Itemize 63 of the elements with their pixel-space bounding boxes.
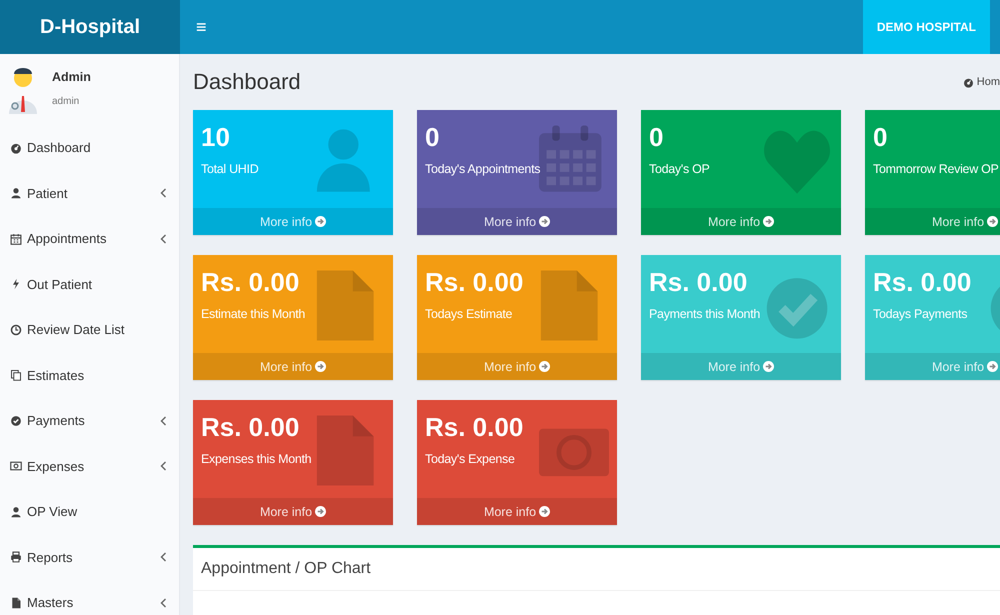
card-label: Estimate this Month	[201, 307, 306, 321]
card-label: Expenses this Month	[201, 452, 312, 466]
card-value: Rs. 0.00	[649, 267, 748, 297]
card-label: Today's Expense	[425, 452, 515, 466]
sidebar-item[interactable]: Dashboard	[0, 125, 179, 170]
card-label: Todays Estimate	[425, 307, 512, 321]
user-icon	[10, 187, 22, 200]
sidebar-item[interactable]: Out Patient	[0, 262, 179, 307]
page-title: Dashboard	[193, 69, 302, 95]
more-info-link[interactable]: More info	[417, 498, 617, 525]
sidebar-item[interactable]: Appointments	[0, 216, 179, 262]
card-label: Todays Payments	[873, 307, 968, 321]
check-icon	[10, 414, 22, 427]
card-label: Tommorrow Review OP	[873, 162, 999, 176]
sidebar-item[interactable]: Expenses	[0, 444, 179, 489]
card-value: Rs. 0.00	[201, 267, 300, 297]
card-value: 0	[873, 122, 888, 152]
card-value: Rs. 0.00	[425, 267, 524, 297]
menu-toggle[interactable]: ≡	[190, 12, 213, 42]
app-logo: D-Hospital	[0, 0, 180, 54]
calendar-icon	[10, 232, 22, 245]
sidebar-item[interactable]: Reports	[0, 534, 179, 580]
dashboard-icon	[962, 76, 974, 88]
card-value: 0	[425, 122, 440, 152]
arrow-circle-right-icon	[539, 216, 550, 227]
card-value: Rs. 0.00	[425, 412, 524, 442]
bolt-icon	[10, 278, 22, 290]
arrow-circle-right-icon	[315, 361, 326, 372]
card-value: Rs. 0.00	[201, 412, 300, 442]
print-icon	[10, 551, 22, 564]
user-icon	[10, 506, 22, 518]
panel-title: Appointment / OP Chart	[193, 548, 1000, 591]
arrow-circle-right-icon	[987, 361, 998, 372]
user-role: admin	[52, 96, 80, 107]
card-value: 0	[649, 122, 664, 152]
arrow-circle-right-icon	[315, 216, 326, 227]
clock-icon	[10, 324, 22, 336]
sidebar-item[interactable]: OP View	[0, 489, 179, 534]
money-icon	[10, 460, 22, 472]
file-icon	[10, 596, 22, 609]
arrow-circle-right-icon	[987, 216, 998, 227]
sidebar-item[interactable]: Patient	[0, 170, 179, 216]
more-info-link[interactable]: More info	[417, 208, 617, 235]
arrow-circle-right-icon	[539, 506, 550, 517]
arrow-circle-right-icon	[763, 216, 774, 227]
card-label: Today's OP	[649, 162, 710, 176]
sidebar-item[interactable]: Review Date List	[0, 307, 179, 352]
arrow-circle-right-icon	[315, 506, 326, 517]
arrow-circle-right-icon	[763, 361, 774, 372]
card-label: Total UHID	[201, 162, 258, 176]
card-value: Rs. 0.00	[873, 267, 972, 297]
user-name: Admin	[52, 70, 91, 84]
copy-icon	[10, 369, 22, 382]
sidebar-item[interactable]: Estimates	[0, 352, 179, 398]
arrow-circle-right-icon	[539, 361, 550, 372]
sidebar-item[interactable]: Payments	[0, 398, 179, 444]
card-label: Today's Appointments	[425, 162, 540, 176]
breadcrumb-link[interactable]: Hom	[962, 76, 1000, 88]
dashboard-icon	[10, 142, 22, 154]
more-info-link[interactable]: More info	[193, 498, 393, 525]
card-value: 10	[201, 122, 230, 152]
card-label: Payments this Month	[649, 307, 760, 321]
sidebar-item[interactable]: Masters	[0, 580, 179, 615]
